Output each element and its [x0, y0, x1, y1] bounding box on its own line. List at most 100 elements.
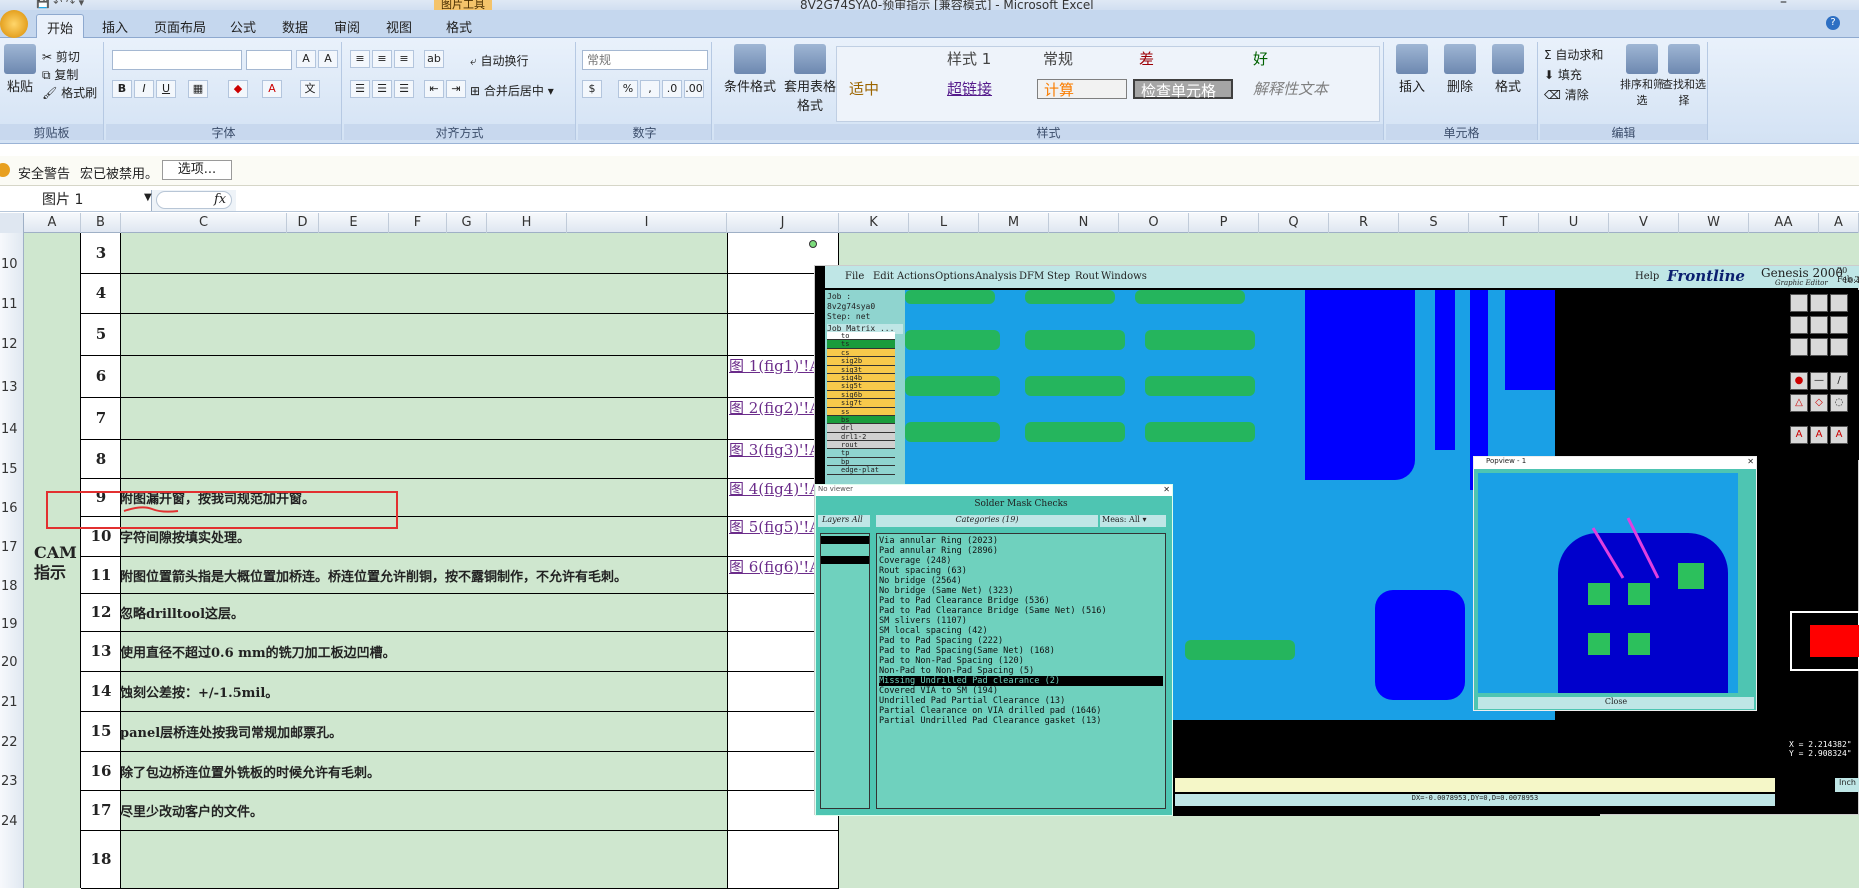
- column-header[interactable]: L: [909, 213, 979, 233]
- tool-button[interactable]: A: [1810, 426, 1828, 444]
- column-header[interactable]: G: [447, 213, 487, 233]
- layer-item[interactable]: sig3t: [827, 365, 895, 374]
- tab-formulas[interactable]: 公式: [220, 14, 266, 38]
- item-number[interactable]: 3: [81, 244, 121, 262]
- genesis-picture[interactable]: File Edit Actions Options Analysis DFM S…: [809, 240, 1859, 816]
- row-header[interactable]: 10: [0, 257, 24, 272]
- tool-button[interactable]: [1810, 338, 1828, 356]
- row-header[interactable]: 12: [0, 337, 24, 352]
- align-left-button[interactable]: ☰: [350, 80, 370, 98]
- fill-button[interactable]: ⬇ 填充: [1544, 66, 1582, 83]
- category-item[interactable]: Missing Undrilled Pad clearance (2): [879, 676, 1163, 686]
- item-text[interactable]: 字符间隙按填实处理。: [120, 527, 250, 546]
- tab-format[interactable]: 格式: [436, 14, 482, 38]
- merge-center-button[interactable]: ⊞ 合并后居中 ▾: [470, 82, 554, 99]
- item-number[interactable]: 10: [81, 527, 121, 545]
- item-number[interactable]: 13: [81, 642, 121, 660]
- currency-button[interactable]: $: [582, 80, 602, 98]
- item-number[interactable]: 4: [81, 284, 121, 302]
- category-item[interactable]: Pad to Pad Clearance Bridge (Same Net) (…: [879, 606, 1163, 616]
- item-number[interactable]: 14: [81, 682, 121, 700]
- column-header[interactable]: AA: [1749, 213, 1819, 233]
- tool-button[interactable]: [1810, 294, 1828, 312]
- row-header[interactable]: 11: [0, 297, 24, 312]
- row-header[interactable]: 24: [0, 814, 24, 829]
- chevron-down-icon[interactable]: ▼: [144, 192, 152, 203]
- layer-item[interactable]: cs: [827, 348, 895, 358]
- column-header[interactable]: S: [1399, 213, 1469, 233]
- format-painter-button[interactable]: 🖌 格式刷: [42, 84, 97, 101]
- copy-button[interactable]: ⧉ 复制: [42, 66, 78, 83]
- row-header[interactable]: 16: [0, 501, 24, 516]
- style-bad[interactable]: 差: [1133, 49, 1223, 69]
- menu-step[interactable]: Step: [1047, 271, 1070, 282]
- menu-windows[interactable]: Windows: [1101, 271, 1147, 282]
- tool-button[interactable]: [1830, 294, 1848, 312]
- decrease-indent-button[interactable]: ⇤: [424, 80, 444, 98]
- tool-button[interactable]: [1830, 316, 1848, 334]
- tool-button[interactable]: ◌: [1830, 394, 1848, 412]
- item-text[interactable]: 附图位置箭头指是大概位置加桥连。桥连位置允许削铜，按不露铜制作，不允许有毛刺。: [120, 566, 627, 585]
- tool-button[interactable]: △: [1790, 394, 1808, 412]
- percent-button[interactable]: %: [618, 80, 638, 98]
- column-header[interactable]: F: [389, 213, 447, 233]
- item-text[interactable]: 蚀刻公差按：+/-1.5mil。: [120, 682, 278, 701]
- tool-button[interactable]: ●: [1790, 372, 1808, 390]
- popview-close-button[interactable]: Close: [1478, 697, 1754, 709]
- fill-color-button[interactable]: ◆: [228, 80, 248, 98]
- item-number[interactable]: 12: [81, 603, 121, 621]
- insert-cells-button[interactable]: 插入: [1390, 44, 1434, 95]
- format-cells-button[interactable]: 格式: [1486, 44, 1530, 95]
- category-item[interactable]: Rout spacing (63): [879, 566, 1163, 576]
- column-header[interactable]: V: [1609, 213, 1679, 233]
- layer-item[interactable]: sig2b: [827, 357, 895, 366]
- category-item[interactable]: Non-Pad to Non-Pad Spacing (5): [879, 666, 1163, 676]
- category-item[interactable]: Pad to Pad Spacing(Same Net) (168): [879, 646, 1163, 656]
- font-name-combo[interactable]: [112, 50, 242, 70]
- row-header[interactable]: 20: [0, 655, 24, 670]
- tool-button[interactable]: —: [1810, 372, 1828, 390]
- layer-item[interactable]: bp: [827, 457, 895, 467]
- layer-item[interactable]: sig5t: [827, 382, 895, 391]
- column-header[interactable]: J: [727, 213, 839, 233]
- category-item[interactable]: No bridge (Same Net) (323): [879, 586, 1163, 596]
- item-text[interactable]: panel层桥连处按我司常规加邮票孔。: [120, 722, 342, 741]
- item-number[interactable]: 17: [81, 801, 121, 819]
- column-header[interactable]: M: [979, 213, 1049, 233]
- column-header[interactable]: E: [319, 213, 389, 233]
- menu-options[interactable]: Options: [935, 271, 974, 282]
- column-header[interactable]: D: [287, 213, 319, 233]
- dialog-close-icon[interactable]: ✕: [1163, 485, 1170, 494]
- phonetic-button[interactable]: 文: [300, 80, 320, 98]
- align-center-button[interactable]: ☰: [372, 80, 392, 98]
- tab-review[interactable]: 审阅: [324, 14, 370, 38]
- column-header[interactable]: B: [81, 213, 121, 233]
- row-header[interactable]: 13: [0, 380, 24, 395]
- tab-insert[interactable]: 插入: [92, 14, 138, 38]
- layer-item[interactable]: tp: [827, 449, 895, 458]
- tool-button[interactable]: ◇: [1810, 394, 1828, 412]
- font-size-combo[interactable]: [246, 50, 292, 70]
- meas-selector[interactable]: Meas: All ▾: [1100, 515, 1166, 527]
- category-item[interactable]: SM slivers (1107): [879, 616, 1163, 626]
- cut-button[interactable]: ✂ 剪切: [42, 48, 80, 65]
- tab-data[interactable]: 数据: [272, 14, 318, 38]
- style-check-cell[interactable]: 检查单元格: [1133, 79, 1233, 100]
- tool-button[interactable]: [1790, 316, 1808, 334]
- help-icon[interactable]: ?: [1826, 16, 1840, 30]
- category-item[interactable]: Coverage (248): [879, 556, 1163, 566]
- conditional-format-button[interactable]: 条件格式: [720, 44, 780, 95]
- bold-button[interactable]: B: [112, 80, 132, 98]
- rotate-handle[interactable]: [809, 240, 817, 248]
- style-1[interactable]: 样式 1: [941, 49, 1031, 69]
- tool-button[interactable]: [1830, 338, 1848, 356]
- category-item[interactable]: Pad to Pad Clearance Bridge (536): [879, 596, 1163, 606]
- style-calculation[interactable]: 计算: [1037, 79, 1127, 99]
- item-number[interactable]: 5: [81, 325, 121, 343]
- format-as-table-button[interactable]: 套用表格格式: [780, 44, 840, 114]
- column-header[interactable]: U: [1539, 213, 1609, 233]
- border-button[interactable]: ▦: [188, 80, 208, 98]
- category-item[interactable]: SM local spacing (42): [879, 626, 1163, 636]
- column-header[interactable]: N: [1049, 213, 1119, 233]
- style-neutral[interactable]: 适中: [843, 79, 933, 99]
